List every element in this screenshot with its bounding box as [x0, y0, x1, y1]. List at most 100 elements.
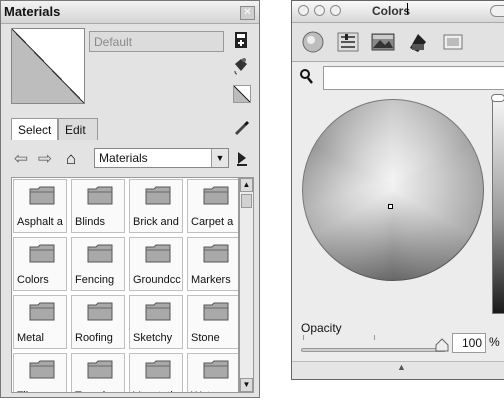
scroll-up-icon[interactable]: ▲	[240, 178, 253, 192]
forward-arrow-icon[interactable]: ⇨	[35, 148, 55, 170]
pointer-line	[407, 3, 408, 14]
material-item[interactable]: Groundcc	[129, 237, 183, 291]
materials-title: Materials	[4, 4, 61, 19]
tab-select[interactable]: Select	[11, 118, 58, 140]
sample-paint-icon[interactable]	[230, 117, 252, 139]
search-icon	[300, 69, 314, 89]
chevron-up-icon[interactable]: ▲	[397, 362, 406, 372]
folder-icon	[87, 244, 113, 263]
collection-value: Materials	[99, 151, 148, 165]
search-input[interactable]	[323, 66, 504, 90]
back-arrow-icon[interactable]: ⇦	[11, 148, 31, 170]
material-item[interactable]: Stone	[187, 295, 238, 349]
opacity-slider-thumb[interactable]	[435, 338, 449, 352]
material-item-label: Metal	[17, 332, 44, 344]
colors-panel: Colors Opacity 100 % ▲	[291, 0, 504, 380]
material-item[interactable]: Carpet a	[187, 179, 238, 233]
folder-icon	[87, 360, 113, 379]
minimize-light-icon[interactable]	[314, 5, 325, 16]
material-item-label: Roofing	[75, 332, 113, 344]
material-item-label: Fencing	[75, 274, 115, 286]
color-selector-cursor[interactable]	[388, 204, 393, 209]
materials-titlebar[interactable]: Materials ✕	[1, 1, 259, 24]
material-name-field[interactable]: Default	[89, 31, 224, 52]
material-item[interactable]: Roofing	[71, 295, 125, 349]
color-wheel-icon[interactable]	[301, 30, 325, 54]
home-icon[interactable]: ⌂	[61, 148, 81, 170]
vertical-scrollbar[interactable]: ▲ ▼	[239, 177, 254, 393]
material-item-label: Sketchy	[133, 332, 173, 344]
folder-icon	[87, 302, 113, 321]
material-item[interactable]: Colors	[13, 237, 67, 291]
folder-icon	[145, 244, 171, 263]
material-item[interactable]: Vegetatic	[129, 353, 183, 392]
brightness-slider-knob[interactable]	[491, 94, 504, 102]
folder-icon	[203, 186, 229, 205]
material-item[interactable]: Metal	[13, 295, 67, 349]
color-mode-bar	[292, 23, 504, 62]
search-row	[292, 63, 504, 93]
folder-icon	[29, 360, 55, 379]
close-light-icon[interactable]	[298, 5, 309, 16]
material-preview-swatch	[11, 28, 85, 104]
material-item-label: Markers	[191, 274, 231, 286]
opacity-tick	[303, 335, 304, 340]
material-item-label: Groundcc	[133, 274, 181, 286]
tab-edit[interactable]: Edit	[58, 118, 98, 140]
details-arrow-icon[interactable]	[233, 148, 251, 168]
image-palette-icon[interactable]	[371, 30, 395, 54]
zoom-light-icon[interactable]	[330, 5, 341, 16]
material-item-label: Water	[191, 390, 220, 392]
material-item-label: Asphalt a	[17, 216, 63, 228]
collection-dropdown[interactable]: Materials ▼	[94, 148, 229, 168]
material-item[interactable]: Markers	[187, 237, 238, 291]
folder-icon	[145, 360, 171, 379]
folder-icon	[87, 186, 113, 205]
opacity-value-field[interactable]: 100	[452, 333, 486, 353]
material-item[interactable]: Fencing	[71, 237, 125, 291]
material-item[interactable]: Tile	[13, 353, 67, 392]
material-item-label: Brick and	[133, 216, 179, 228]
material-item-label: Colors	[17, 274, 49, 286]
sliders-icon[interactable]	[336, 30, 360, 54]
opacity-slider-track[interactable]	[301, 348, 446, 352]
crayons-icon[interactable]	[406, 30, 430, 54]
material-item-label: Carpet a	[191, 216, 234, 228]
folder-icon	[145, 186, 171, 205]
palettes-icon[interactable]	[441, 30, 465, 54]
create-material-icon[interactable]	[231, 31, 251, 51]
material-item-label: Tile	[17, 390, 34, 392]
opacity-label: Opacity	[301, 321, 342, 335]
scroll-down-icon[interactable]: ▼	[240, 378, 253, 392]
material-item-label: Transluce	[75, 390, 123, 392]
materials-panel: Materials ✕ Default Select Edit ⇦ ⇨ ⌂ Ma…	[0, 0, 260, 398]
colors-titlebar[interactable]: Colors	[292, 1, 504, 23]
default-material-swatch[interactable]	[233, 85, 251, 103]
material-item-label: Stone	[191, 332, 220, 344]
folder-icon	[203, 244, 229, 263]
material-item[interactable]: Transluce	[71, 353, 125, 392]
material-item[interactable]: Sketchy	[129, 295, 183, 349]
material-item-label: Vegetatic	[133, 390, 178, 392]
scroll-thumb[interactable]	[241, 194, 252, 208]
colors-title: Colors	[372, 4, 411, 18]
brightness-slider[interactable]	[492, 98, 504, 314]
folder-icon	[29, 186, 55, 205]
chevron-down-icon[interactable]: ▼	[211, 149, 228, 167]
material-item[interactable]: Blinds	[71, 179, 125, 233]
folder-icon	[203, 302, 229, 321]
folder-icon	[203, 360, 229, 379]
material-item[interactable]: Brick and	[129, 179, 183, 233]
opacity-tick	[374, 335, 375, 340]
material-item-label: Blinds	[75, 216, 105, 228]
toolbar-toggle-icon[interactable]	[490, 5, 504, 17]
paint-bucket-icon[interactable]	[231, 57, 251, 77]
opacity-unit: %	[489, 335, 500, 349]
material-item[interactable]: Asphalt a	[13, 179, 67, 233]
folder-icon	[145, 302, 171, 321]
folder-icon	[29, 302, 55, 321]
material-item[interactable]: Water	[187, 353, 238, 392]
materials-grid: Asphalt a Blinds Brick and Carpet a Colors Fe…	[11, 177, 239, 393]
close-icon[interactable]: ✕	[240, 6, 255, 20]
folder-icon	[29, 244, 55, 263]
